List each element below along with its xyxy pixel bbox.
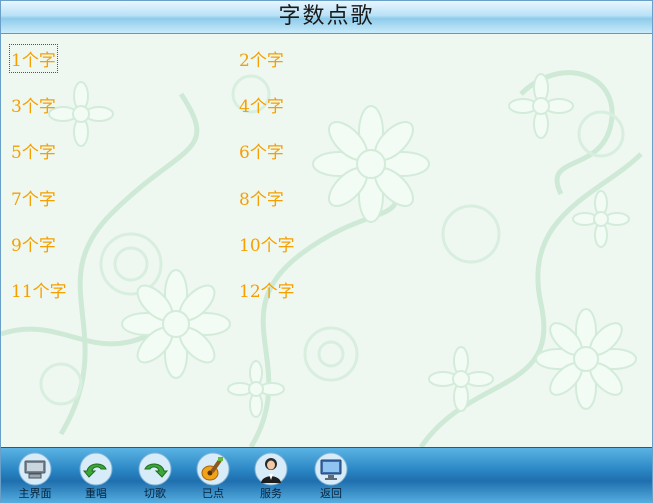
length-option-11[interactable]: 11个字 [11,277,67,302]
floral-background [1,70,643,447]
waiter-icon [254,452,288,486]
title-bar: 字数点歌 [1,1,652,34]
skip-song-button[interactable]: 切歌 [127,450,183,502]
service-button[interactable]: 服务 [243,450,299,502]
length-option-1[interactable]: 1个字 [9,44,58,73]
skip-arrow-icon [138,452,172,486]
length-option-2[interactable]: 2个字 [239,46,284,71]
monitor-icon [314,452,348,486]
service-label: 服务 [260,487,282,500]
length-option-8[interactable]: 8个字 [239,185,284,210]
length-option-9[interactable]: 9个字 [11,231,56,256]
length-option-3[interactable]: 3个字 [11,92,56,117]
computer-icon [18,452,52,486]
replay-arrow-icon [79,452,113,486]
selected-songs-button[interactable]: 已点 [185,450,241,502]
skip-song-label: 切歌 [144,487,166,500]
main-menu-label: 主界面 [18,487,52,500]
back-label: 返回 [320,487,342,500]
song-length-panel: 1个字 2个字 3个字 4个字 5个字 6个字 7个字 8个字 9个字 10个字… [1,34,652,447]
replay-label: 重唱 [85,487,107,500]
page-title: 字数点歌 [278,4,375,29]
length-option-12[interactable]: 12个字 [239,277,295,302]
guitar-icon [196,452,230,486]
main-menu-button[interactable]: 主界面 [7,450,63,502]
selected-songs-label: 已点 [202,487,224,500]
replay-button[interactable]: 重唱 [68,450,124,502]
length-option-4[interactable]: 4个字 [239,92,284,117]
length-option-5[interactable]: 5个字 [11,138,56,163]
length-option-10[interactable]: 10个字 [239,231,295,256]
length-option-7[interactable]: 7个字 [11,185,56,210]
bottom-toolbar: 主界面 重唱 切歌 已点 服务 返回 [1,447,652,503]
song-by-length-window: 字数点歌 1个字 2个字 3个字 4个字 5个字 6个字 7个字 8个字 9个字… [0,0,653,503]
back-button[interactable]: 返回 [303,450,359,502]
length-option-6[interactable]: 6个字 [239,138,284,163]
